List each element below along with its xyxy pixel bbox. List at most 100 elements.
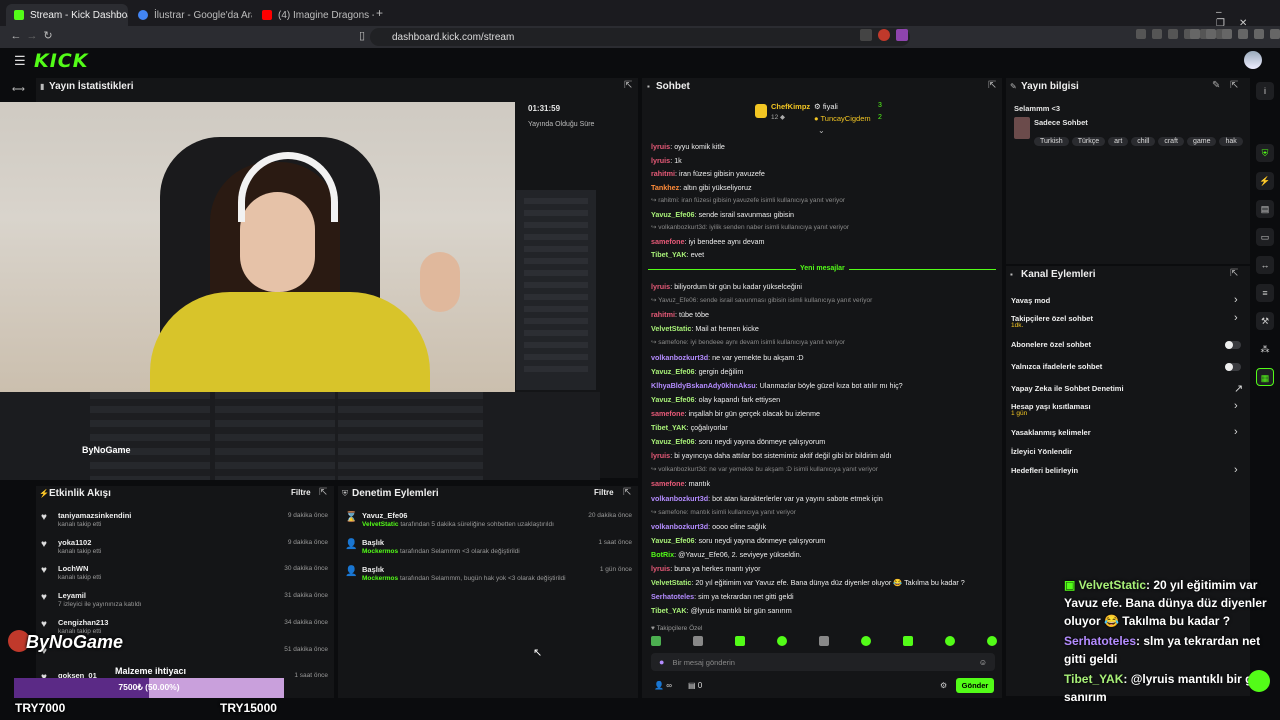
chat-username[interactable]: samefone (651, 479, 685, 488)
chat-username[interactable]: samefone (651, 409, 685, 418)
chat-username[interactable]: rahitmi (651, 310, 675, 319)
chevron-down-icon[interactable]: ⌄ (818, 126, 825, 135)
chat-message[interactable]: volkanbozkurt3d: ne var yemekte bu akşam… (651, 353, 996, 362)
expand-icon[interactable]: ⇱ (624, 80, 632, 91)
emote-icon[interactable] (861, 636, 871, 646)
channel-action-8[interactable]: İzleyici Yönlendir (1011, 447, 1072, 456)
toggle-switch[interactable] (1225, 363, 1241, 371)
activity-name[interactable]: taniyamazsinkendini (58, 511, 131, 520)
expand-icon[interactable]: ⇱ (1230, 80, 1238, 91)
forward-icon[interactable]: → (24, 28, 40, 44)
channel-action-5[interactable]: Yapay Zeka ile Sohbet Denetimi (1011, 384, 1124, 393)
chat-input[interactable]: ● Bir mesaj gönderin ☺ (651, 653, 995, 671)
emote-icon[interactable] (987, 636, 997, 646)
chat-username[interactable]: Tibet_YAK (651, 250, 687, 259)
chat-message[interactable]: samefone: mantık (651, 479, 996, 488)
chat-username[interactable]: samefone (651, 237, 685, 246)
chat-username[interactable]: VelvetStatic (651, 324, 691, 333)
chat-message[interactable]: lyruis: buna ya herkes mantı yiyor (651, 564, 996, 573)
tab-youtube[interactable]: (4) Imagine Dragons - Radioacti... × (254, 4, 374, 26)
wrench-icon[interactable]: ⚒ (1256, 312, 1274, 330)
mic-icon[interactable]: ● (659, 657, 664, 667)
channel-action-9[interactable]: Hedefleri belirleyin (1011, 466, 1078, 475)
chat-message[interactable]: ↪ Yavuz_Efe06: sende israil savunması gi… (651, 296, 996, 305)
channel-action-2[interactable]: Takipçilere özel sohbet (1011, 314, 1093, 323)
toggle-switch[interactable] (1225, 341, 1241, 349)
chat-username[interactable]: Yavuz_Efe06 (651, 395, 695, 404)
chat-username[interactable]: lyruis (651, 564, 670, 573)
chevron-right-icon[interactable]: › (1234, 312, 1238, 324)
moderation-filter-button[interactable]: Filtre (594, 488, 614, 497)
new-tab-button[interactable]: + (376, 6, 383, 20)
chat-username[interactable]: Yavuz_Efe06 (651, 210, 695, 219)
chat-username[interactable]: Yavuz_Efe06 (651, 437, 695, 446)
emote-icon[interactable] (777, 636, 787, 646)
wallet-icon[interactable] (1222, 29, 1232, 39)
emote-icon[interactable] (693, 636, 703, 646)
reload-icon[interactable]: ↻ (40, 28, 56, 44)
activity-filter-button[interactable]: Filtre (291, 488, 311, 497)
channel-action-1[interactable]: Yavaş mod (1011, 296, 1050, 305)
minimize-icon[interactable]: – (1216, 7, 1236, 18)
chat-username[interactable]: Yavuz_Efe06 (651, 367, 695, 376)
moderator-name[interactable]: VelvetStatic (362, 521, 399, 528)
chat-username[interactable]: Tibet_YAK (651, 423, 687, 432)
grid-icon[interactable]: ▦ (1256, 368, 1274, 386)
shield-icon[interactable]: ⛨ (1256, 144, 1274, 162)
chat-message[interactable]: VelvetStatic: 20 yıl eğitimim var Yavuz … (651, 578, 996, 587)
activity-name[interactable]: Cengizhan213 (58, 618, 108, 627)
hamburger-menu-icon[interactable]: ☰ (14, 53, 26, 69)
chat-message[interactable]: lyruis: bi yayıncıya daha attılar bot si… (651, 451, 996, 460)
clipboard-icon[interactable]: ▤ (1256, 200, 1274, 218)
chat-message[interactable]: Tibet_YAK: @lyruis mantıklı bir gün sanı… (651, 606, 996, 615)
brave-shield-icon[interactable] (878, 29, 890, 41)
activity-name[interactable]: Leyamil (58, 591, 86, 600)
chat-username[interactable]: BotRix (651, 550, 674, 559)
layers-icon[interactable]: ≡ (1256, 284, 1274, 302)
send-button[interactable]: Gönder (956, 678, 994, 693)
emote-icon[interactable] (903, 636, 913, 646)
back-icon[interactable]: ← (8, 28, 24, 44)
chat-username[interactable]: Tibet_YAK (651, 606, 687, 615)
kick-logo[interactable]: KICK (34, 50, 88, 72)
chat-username[interactable]: lyruis (651, 451, 670, 460)
info-icon[interactable]: i (1256, 82, 1274, 100)
expand-icon[interactable]: ⇱ (319, 487, 327, 498)
chat-message[interactable]: ↪ volkanbozkurt3d: iyilik senden naber i… (651, 223, 996, 232)
chat-message[interactable]: ↪ samefone: iyi bendeee aynı devam isiml… (651, 338, 996, 347)
activity-name[interactable]: yoka1102 (58, 538, 91, 547)
tab-google-search[interactable]: İlustrar - Google'da Ara × (130, 4, 252, 26)
chat-message[interactable]: BotRix: @Yavuz_Efe06, 2. seviyeye yüksel… (651, 550, 996, 559)
chat-message[interactable]: volkanbozkurt3d: oooo eline sağlık (651, 522, 996, 531)
music-icon[interactable] (1190, 29, 1200, 39)
moderator-name[interactable]: Mockermos (362, 575, 398, 582)
chat-message[interactable]: VelvetStatic: Mail at hemen kicke (651, 324, 996, 333)
chat-username[interactable]: volkanbozkurt3d (651, 353, 708, 362)
chat-username[interactable]: lyruis (651, 142, 670, 151)
tab-kick-dashboard[interactable]: Stream - Kick Dashboard × (6, 4, 128, 26)
extension-icon[interactable] (1152, 29, 1162, 39)
leader-row[interactable]: ⚙ fiyali (814, 102, 838, 111)
chat-username[interactable]: rahitmi (651, 169, 675, 178)
bolt-icon[interactable]: ⚡ (1256, 172, 1274, 190)
chat-message[interactable]: rahitmi: tübe töbe (651, 310, 996, 319)
chevron-right-icon[interactable]: › (1234, 400, 1238, 412)
moderation-target[interactable]: Başlık (362, 538, 384, 547)
chat-username[interactable]: volkanbozkurt3d (651, 522, 708, 531)
chat-message[interactable]: samefone: iyi bendeee aynı devam (651, 237, 996, 246)
emote-icon[interactable] (819, 636, 829, 646)
moderation-target[interactable]: Başlık (362, 565, 384, 574)
chat-message[interactable]: Tankhez: altın gibi yükseliyoruz (651, 183, 996, 192)
extension-icon[interactable] (1136, 29, 1146, 39)
chat-message[interactable]: Yavuz_Efe06: soru neydi yayına dönmeye ç… (651, 437, 996, 446)
emote-icon[interactable] (735, 636, 745, 646)
chat-settings-icon[interactable]: ⚙ (940, 681, 947, 690)
chat-username[interactable]: lyruis (651, 282, 670, 291)
expand-icon[interactable]: ⇱ (988, 80, 996, 91)
chat-message[interactable]: lyruis: 1k (651, 156, 996, 165)
chat-username[interactable]: Serhatoteles (651, 592, 694, 601)
menu-icon[interactable] (1270, 29, 1280, 39)
chat-username[interactable]: KlhyaBldyBskanAdy0khnAksu (651, 381, 756, 390)
collapse-icon[interactable]: ⟷ (12, 84, 25, 95)
channel-action-7[interactable]: Yasaklanmış kelimeler (1011, 428, 1091, 437)
